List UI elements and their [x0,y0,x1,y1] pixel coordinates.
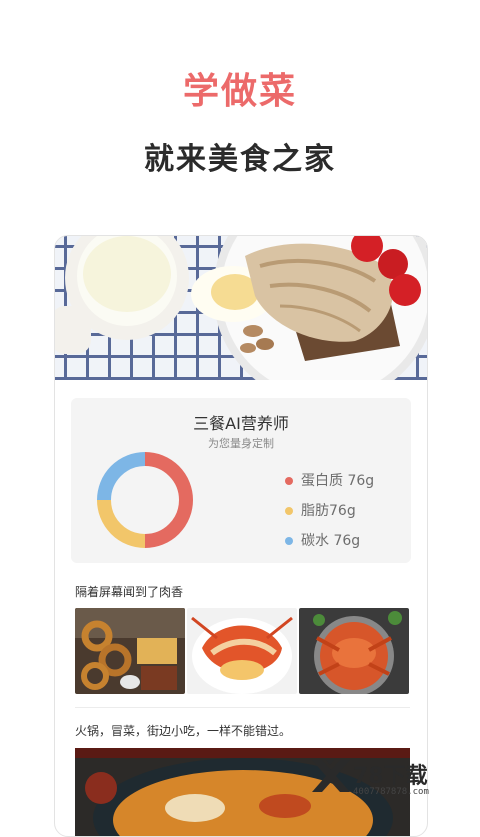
phone-preview-card: 三餐AI营养师 为您量身定制 蛋白质 76g 脂肪76g 碳水 76g 隔着屏幕… [54,235,428,837]
donut-slice-fat [97,499,146,548]
food-photo-row [75,608,410,694]
legend-label-fat: 脂肪76g [301,503,356,519]
legend-dot-carbs [285,537,293,545]
watermark-brand: 78下载 [353,764,428,789]
ai-nutritionist-panel: 三餐AI营养师 为您量身定制 蛋白质 76g 脂肪76g 碳水 76g [71,398,411,563]
feed-divider [75,707,410,708]
legend-label-protein: 蛋白质 76g [301,473,375,489]
food-photo-lobster[interactable] [187,608,297,694]
food-photo-onion-rings[interactable] [75,608,185,694]
download-site-watermark: 78下载 4007787878.com [306,752,480,800]
legend-dot-fat [285,507,293,515]
food-photo-crab[interactable] [299,608,409,694]
legend-dot-protein [285,477,293,485]
hero-breakfast-image [55,236,427,380]
page-headline: 学做菜 [182,71,297,112]
legend-label-carbs: 碳水 76g [301,533,361,549]
watermark-logo-icon [312,760,350,792]
donut-slice-protein [144,452,193,548]
page-subheadline: 就来美食之家 [144,142,336,177]
feed-section-title-meat: 隔着屏幕闻到了肉香 [75,585,184,599]
donut-slice-carbs [97,452,146,501]
nutritionist-title: 三餐AI营养师 [193,414,289,433]
feed-section-title-snacks: 火锅，冒菜，街边小吃，一样不能错过。 [75,724,292,738]
macro-donut-chart [97,452,193,548]
watermark-url: 4007787878.com [353,787,429,797]
